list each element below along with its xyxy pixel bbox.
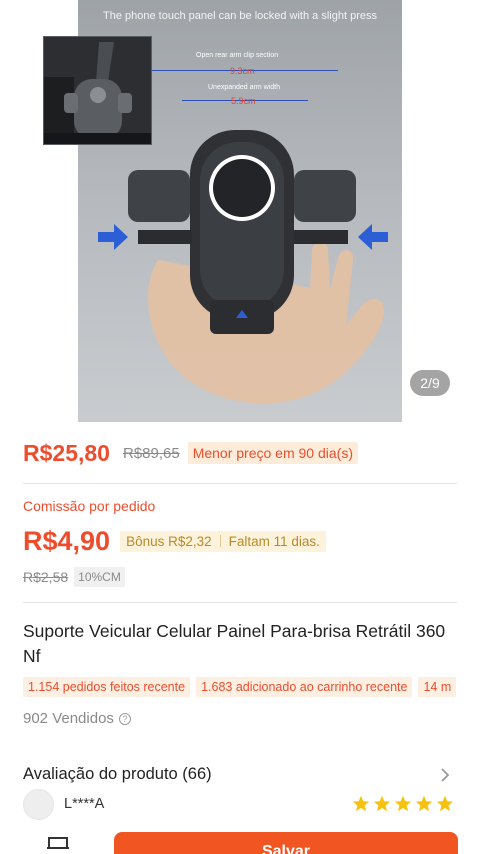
star-icon bbox=[373, 795, 391, 812]
star-icon bbox=[436, 795, 454, 812]
unexpanded-arm-value: 5.9cm bbox=[231, 96, 256, 106]
bottom-action-bar: Salvar bbox=[0, 826, 480, 854]
reviewer: L****A bbox=[23, 788, 104, 820]
sold-count-text: 902 Vendidos bbox=[23, 710, 114, 727]
photo-caption: The phone touch panel can be locked with… bbox=[103, 10, 377, 22]
price-row: R$25,80 R$89,65 Menor preço em 90 dia(s) bbox=[23, 436, 358, 470]
lowest-price-tag: Menor preço em 90 dia(s) bbox=[187, 442, 358, 464]
commission-label: Comissão por pedido bbox=[23, 498, 156, 514]
activity-badges: 1.154 pedidos feitos recente 1.683 adicio… bbox=[23, 677, 460, 699]
product-title: Suporte Veicular Celular Painel Para-bri… bbox=[23, 621, 446, 666]
bonus-days-left: Faltam 11 dias. bbox=[228, 533, 320, 549]
review-stars bbox=[352, 795, 454, 813]
star-icon bbox=[415, 795, 433, 812]
chevron-right-icon[interactable] bbox=[436, 766, 454, 784]
commission-row: R$4,90 Bônus R$2,32 Faltam 11 dias. bbox=[23, 523, 326, 559]
reviewer-name: L****A bbox=[64, 796, 105, 812]
badge-extra: 14 m bbox=[418, 677, 457, 697]
reviews-title[interactable]: Avaliação do produto (66) bbox=[23, 765, 212, 784]
image-page-indicator: 2/9 bbox=[410, 370, 450, 396]
star-icon bbox=[352, 795, 370, 812]
product-image-gallery[interactable]: The phone touch panel can be locked with… bbox=[0, 0, 480, 428]
help-icon[interactable]: ? bbox=[118, 712, 131, 725]
badge-cart: 1.683 adicionado ao carrinho recente bbox=[196, 677, 413, 697]
commission-sub-row: R$2,58 10%CM bbox=[23, 566, 125, 588]
open-arm-label: Open rear arm clip section bbox=[196, 52, 279, 59]
original-price: R$89,65 bbox=[122, 444, 180, 462]
sold-count: 902 Vendidos ? bbox=[23, 710, 131, 727]
old-commission: R$2,58 bbox=[23, 569, 69, 585]
unexpanded-arm-label: Unexpanded arm width bbox=[208, 84, 280, 91]
star-icon bbox=[394, 795, 412, 812]
bonus-badge: Bônus R$2,32 Faltam 11 dias. bbox=[120, 530, 326, 552]
badge-orders: 1.154 pedidos feitos recente bbox=[23, 677, 191, 697]
open-arm-value: 9.3cm bbox=[230, 66, 255, 76]
current-price: R$25,80 bbox=[23, 439, 110, 466]
thumbnail-illustration bbox=[44, 37, 151, 144]
primary-action-button[interactable]: Salvar bbox=[114, 832, 458, 854]
divider bbox=[23, 483, 457, 484]
avatar bbox=[23, 788, 54, 820]
commission-amount: R$4,90 bbox=[23, 525, 111, 556]
thumbnail-image[interactable] bbox=[43, 36, 152, 145]
store-icon[interactable] bbox=[46, 836, 70, 854]
bonus-separator bbox=[219, 535, 221, 547]
phone-holder-illustration bbox=[98, 130, 388, 404]
bonus-amount: Bônus R$2,32 bbox=[126, 533, 212, 549]
divider bbox=[23, 602, 457, 603]
commission-rate: 10%CM bbox=[74, 567, 125, 587]
